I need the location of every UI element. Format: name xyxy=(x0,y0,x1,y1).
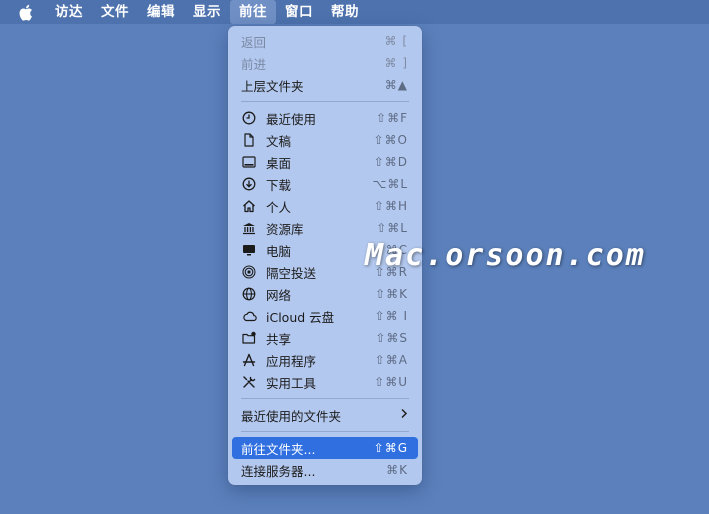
menu-item-applications[interactable]: 应用程序 ⇧⌘A xyxy=(232,349,418,371)
menubar-item-file[interactable]: 文件 xyxy=(92,0,138,24)
menu-item-label: 网络 xyxy=(266,287,292,303)
menu-item-label: 文稿 xyxy=(266,133,292,149)
menu-separator xyxy=(241,431,409,432)
menu-item-forward[interactable]: 前进 ⌘ ] xyxy=(232,52,418,74)
menu-item-home[interactable]: 个人 ⇧⌘H xyxy=(232,195,418,217)
menu-item-label: 个人 xyxy=(266,199,292,215)
menu-item-icloud-drive[interactable]: iCloud 云盘 ⇧⌘ I xyxy=(232,305,418,327)
menu-item-shortcut: ⌥⌘L xyxy=(372,177,408,191)
menu-item-label: 最近使用 xyxy=(266,111,317,127)
menu-separator xyxy=(241,101,409,102)
menu-item-label: 前往文件夹... xyxy=(241,441,316,457)
menu-item-library[interactable]: 资源库 ⇧⌘L xyxy=(232,217,418,239)
menu-item-downloads[interactable]: 下载 ⌥⌘L xyxy=(232,173,418,195)
menu-item-enclosing-folder[interactable]: 上层文件夹 ⌘▲ xyxy=(232,74,418,96)
menu-item-shortcut: ⇧⌘U xyxy=(374,375,408,389)
menubar-item-view[interactable]: 显示 xyxy=(184,0,230,24)
menu-item-label: 实用工具 xyxy=(266,375,317,391)
library-icon xyxy=(241,220,257,236)
menu-item-shortcut: ⇧⌘S xyxy=(375,331,408,345)
menu-item-shortcut: ⇧⌘G xyxy=(373,441,408,455)
menu-item-label: 连接服务器... xyxy=(241,463,316,479)
menu-item-shortcut: ⌘ ] xyxy=(384,56,408,70)
menu-item-label: 应用程序 xyxy=(266,353,317,369)
menu-item-go-to-folder[interactable]: 前往文件夹... ⇧⌘G xyxy=(232,437,418,459)
menu-item-shortcut: ⇧⌘O xyxy=(373,133,408,147)
menu-item-utilities[interactable]: 实用工具 ⇧⌘U xyxy=(232,371,418,393)
menu-item-shortcut: ⇧⌘K xyxy=(375,287,408,301)
menu-item-label: 隔空投送 xyxy=(266,265,317,281)
shared-folder-icon xyxy=(241,330,257,346)
menu-item-connect-to-server[interactable]: 连接服务器... ⌘K xyxy=(232,459,418,481)
menu-item-label: 返回 xyxy=(241,34,267,50)
network-icon xyxy=(241,286,257,302)
menu-item-label: iCloud 云盘 xyxy=(266,309,335,325)
menu-separator xyxy=(241,398,409,399)
cloud-icon xyxy=(241,308,257,324)
menu-item-label: 前进 xyxy=(241,56,267,72)
menu-item-shared[interactable]: 共享 ⇧⌘S xyxy=(232,327,418,349)
menu-item-label: 桌面 xyxy=(266,155,292,171)
menu-item-label: 资源库 xyxy=(266,221,304,237)
chevron-right-icon xyxy=(400,408,408,423)
applications-icon xyxy=(241,352,257,368)
menu-item-shortcut: ⇧⌘H xyxy=(373,199,408,213)
menu-item-shortcut: ⇧⌘ I xyxy=(374,309,408,323)
menubar-item-go[interactable]: 前往 xyxy=(230,0,276,24)
watermark-text: Mac.orsoon.com xyxy=(365,238,646,273)
menu-item-shortcut: ⇧⌘D xyxy=(373,155,408,169)
menu-item-recent-folders[interactable]: 最近使用的文件夹 xyxy=(232,404,418,426)
menubar-item-window[interactable]: 窗口 xyxy=(276,0,322,24)
menu-item-desktop[interactable]: 桌面 ⇧⌘D xyxy=(232,151,418,173)
download-icon xyxy=(241,176,257,192)
menu-item-documents[interactable]: 文稿 ⇧⌘O xyxy=(232,129,418,151)
clock-icon xyxy=(241,110,257,126)
menu-item-label: 共享 xyxy=(266,331,292,347)
document-icon xyxy=(241,132,257,148)
menu-item-shortcut: ⌘▲ xyxy=(384,78,408,92)
menu-item-label: 下载 xyxy=(266,177,292,193)
utilities-icon xyxy=(241,374,257,390)
menu-item-label: 电脑 xyxy=(266,243,292,259)
menu-item-shortcut: ⇧⌘A xyxy=(374,353,408,367)
menu-item-shortcut: ⌘ [ xyxy=(384,34,408,48)
menu-item-shortcut: ⌘K xyxy=(386,463,408,477)
menubar-item-help[interactable]: 帮助 xyxy=(322,0,368,24)
menu-item-label: 上层文件夹 xyxy=(241,78,304,94)
menu-item-network[interactable]: 网络 ⇧⌘K xyxy=(232,283,418,305)
menubar-item-finder[interactable]: 访达 xyxy=(46,0,92,24)
desktop-icon xyxy=(241,154,257,170)
menu-item-back[interactable]: 返回 ⌘ [ xyxy=(232,30,418,52)
menu-item-shortcut: ⇧⌘F xyxy=(376,111,408,125)
computer-icon xyxy=(241,242,257,258)
airdrop-icon xyxy=(241,264,257,280)
menu-item-recents[interactable]: 最近使用 ⇧⌘F xyxy=(232,107,418,129)
menu-item-label: 最近使用的文件夹 xyxy=(241,408,342,424)
menubar-item-edit[interactable]: 编辑 xyxy=(138,0,184,24)
home-icon xyxy=(241,198,257,214)
menu-bar: 访达 文件 编辑 显示 前往 窗口 帮助 xyxy=(0,0,709,24)
menu-item-shortcut: ⇧⌘L xyxy=(376,221,408,235)
apple-logo-icon[interactable] xyxy=(17,4,33,21)
